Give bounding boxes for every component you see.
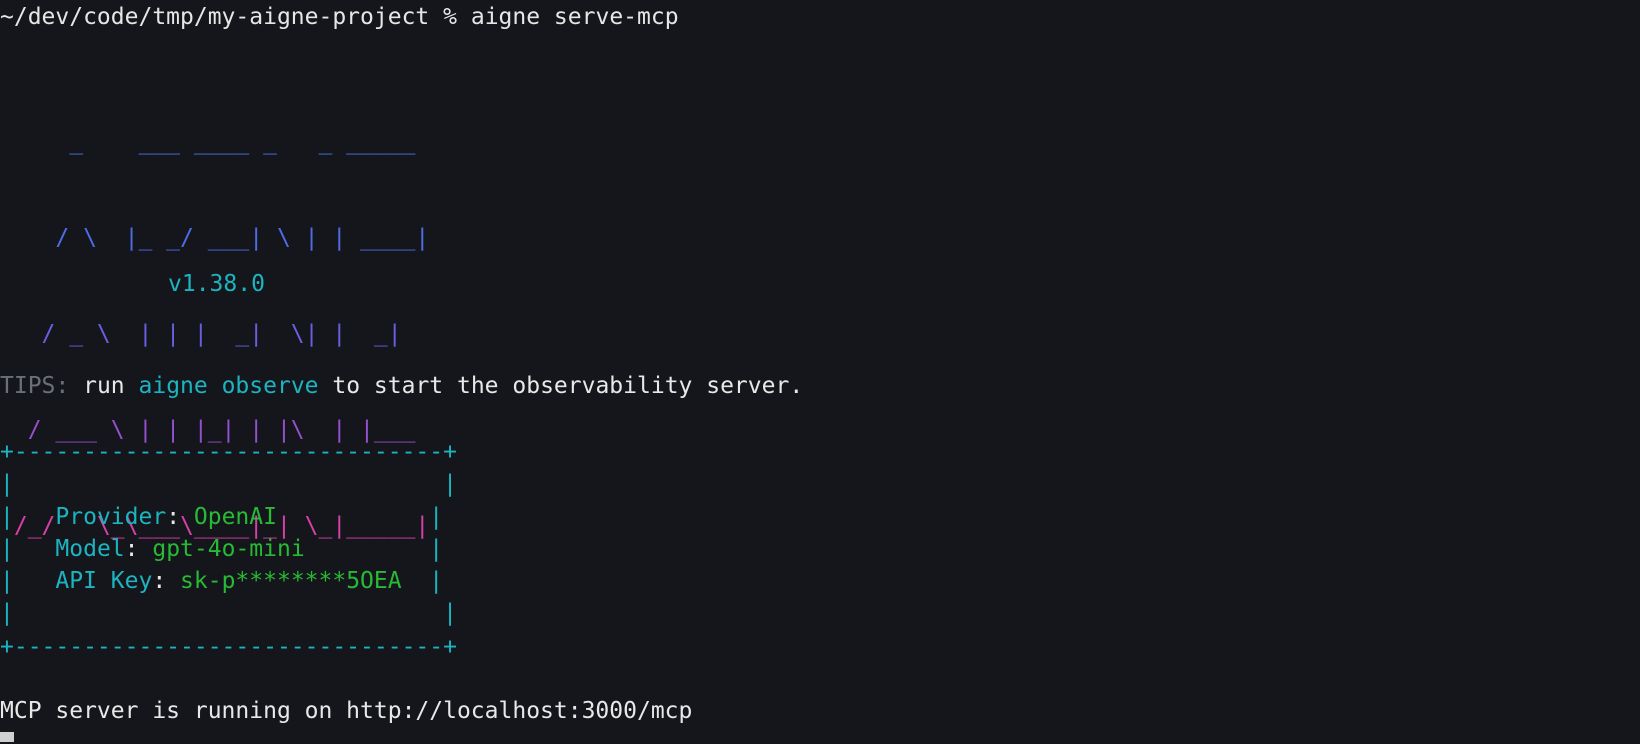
prompt-symbol: %	[443, 4, 457, 30]
prompt-path: ~/dev/code/tmp/my-aigne-project	[0, 4, 430, 30]
model-key: Model	[55, 536, 125, 562]
provider-value: OpenAI	[193, 504, 277, 530]
info-box-empty-row-bottom: | |	[0, 600, 457, 626]
info-row-model: | Model: gpt-4o-mini |	[0, 536, 444, 562]
version-label: v1.38.0	[168, 271, 265, 297]
model-value: gpt-4o-mini	[152, 536, 305, 562]
prompt-line: ~/dev/code/tmp/my-aigne-project % aigne …	[0, 0, 679, 34]
api-key-key: API Key	[55, 568, 153, 594]
tips-command: aigne observe	[138, 373, 319, 399]
status-message: MCP server is running on http://localhos…	[0, 698, 693, 724]
info-box-top-border: +-------------------------------+	[0, 439, 457, 465]
info-row-provider: | Provider: OpenAI |	[0, 504, 444, 530]
ascii-logo-line-2: / \ |_ _/ ___| \ | | ____|	[0, 225, 430, 251]
tips-line: TIPS: run aigne observe to start the obs…	[0, 373, 804, 399]
api-key-value: sk-p********5OEA	[180, 568, 402, 594]
ascii-logo-line-1: _ ___ ____ _ _ _____	[0, 129, 416, 155]
ascii-logo-line-3: / _ \ | | | _| \| | _|	[0, 321, 402, 347]
tips-label: TIPS:	[0, 373, 70, 399]
terminal-window[interactable]: ~/dev/code/tmp/my-aigne-project % aigne …	[0, 0, 1640, 744]
prompt-command: aigne serve-mcp	[470, 4, 679, 30]
info-box-empty-row: | |	[0, 471, 457, 497]
provider-key: Provider	[55, 504, 167, 530]
info-row-api-key: | API Key: sk-p********5OEA |	[0, 568, 444, 594]
terminal-cursor	[0, 732, 14, 742]
info-box-bottom-border: +-------------------------------+	[0, 634, 457, 660]
